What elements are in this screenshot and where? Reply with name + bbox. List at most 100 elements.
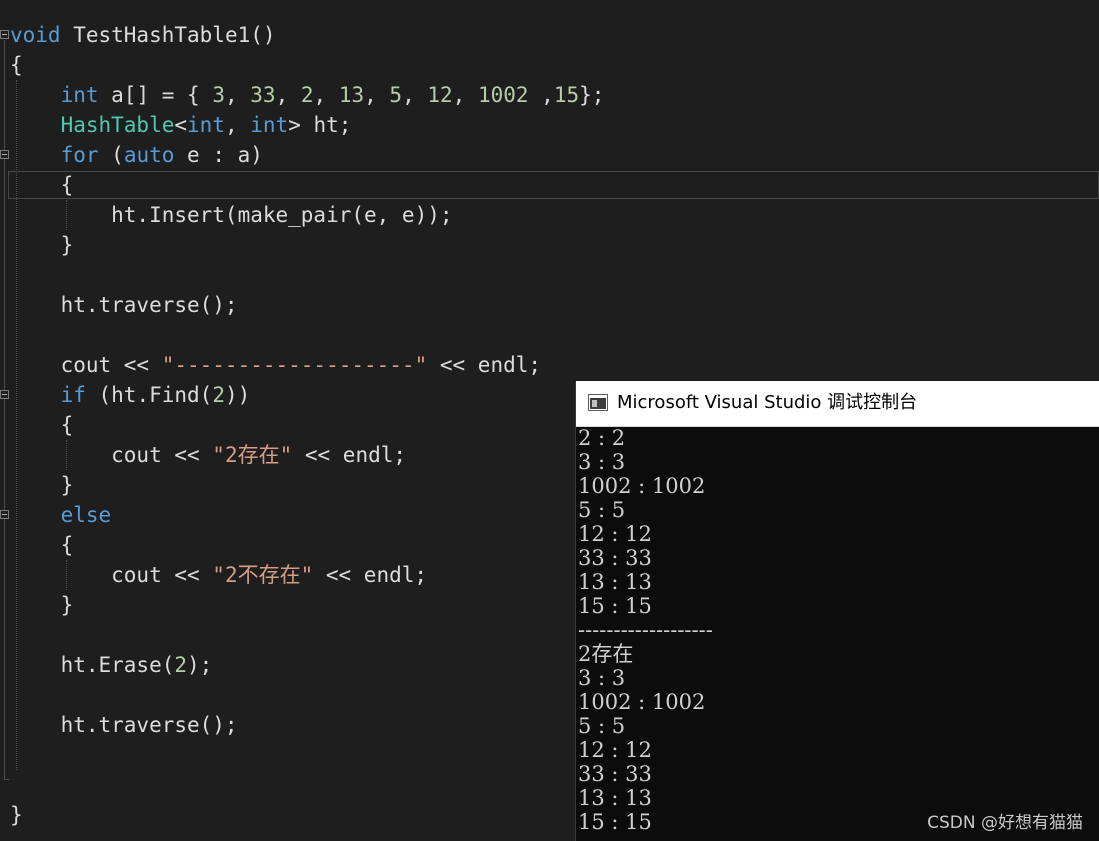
code-token: 13 <box>338 83 365 107</box>
code-token: int <box>250 113 289 137</box>
console-line: 12 : 12 <box>578 738 652 762</box>
code-token: > ht; <box>288 113 352 137</box>
console-line: 12 : 12 <box>578 522 652 546</box>
code-line[interactable]: } <box>10 230 74 260</box>
code-token: "2不存在" <box>212 563 314 587</box>
code-token: { <box>10 413 74 437</box>
code-line[interactable]: { <box>10 530 74 560</box>
console-line: 2 : 2 <box>578 426 626 450</box>
code-token: "-------------------" <box>161 353 428 377</box>
code-token: << endl; <box>427 353 542 377</box>
console-line: ------------------- <box>578 618 713 642</box>
code-token: 2 <box>212 383 225 407</box>
code-line[interactable]: ht.traverse(); <box>10 710 238 740</box>
code-token: } <box>10 803 23 827</box>
code-line[interactable]: if (ht.Find(2)) <box>10 380 251 410</box>
code-token: e : a) <box>174 143 263 167</box>
code-token: auto <box>123 143 175 167</box>
code-token: ( <box>98 143 124 167</box>
code-line[interactable]: cout << "2存在" << endl; <box>10 440 406 470</box>
code-token: 1002 <box>477 83 529 107</box>
code-line[interactable]: } <box>10 590 74 620</box>
code-token: { <box>10 533 74 557</box>
code-token: "2存在" <box>212 443 293 467</box>
code-token: if <box>60 383 86 407</box>
code-line[interactable]: else <box>10 500 112 530</box>
collapse-icon[interactable] <box>0 390 9 399</box>
code-line[interactable]: for (auto e : a) <box>10 140 263 170</box>
code-line[interactable]: int a[] = { 3, 33, 2, 13, 5, 12, 1002 ,1… <box>10 80 605 110</box>
code-token: ht.Erase( <box>10 653 175 677</box>
debug-console-window[interactable]: Microsoft Visual Studio 调试控制台 2 : 23 : 3… <box>575 381 1099 841</box>
code-token: (ht.Find( <box>85 383 213 407</box>
code-token: 15 <box>553 83 580 107</box>
code-token: } <box>10 233 74 257</box>
console-line: 2存在 <box>578 642 634 666</box>
code-token: 2 <box>300 83 314 107</box>
code-token: 33 <box>250 83 276 107</box>
console-app-icon <box>588 394 608 411</box>
code-line[interactable]: ht.traverse(); <box>10 290 238 320</box>
code-token: << endl; <box>292 443 407 467</box>
code-token: ); <box>187 653 213 677</box>
collapse-icon[interactable] <box>0 510 9 519</box>
code-token: a[] = { <box>98 83 213 107</box>
code-line[interactable]: cout << "2不存在" << endl; <box>10 560 427 590</box>
code-line[interactable]: } <box>10 470 74 500</box>
collapse-icon[interactable] <box>0 150 9 159</box>
code-token: , <box>313 83 339 107</box>
code-line[interactable]: HashTable<int, int> ht; <box>10 110 352 140</box>
code-line[interactable]: ht.Insert(make_pair(e, e)); <box>10 200 453 230</box>
fold-end-marker <box>4 779 9 780</box>
code-line[interactable]: { <box>10 410 74 440</box>
code-token: , <box>224 83 251 107</box>
code-line[interactable]: ht.Erase(2); <box>10 650 213 680</box>
code-token: 2 <box>174 653 188 677</box>
console-line: 1002 : 1002 <box>578 690 706 714</box>
console-line: 3 : 3 <box>578 450 626 474</box>
console-line: 33 : 33 <box>578 762 652 786</box>
code-token: else <box>60 503 112 527</box>
code-token: { <box>10 173 74 197</box>
code-token: , <box>528 83 554 107</box>
code-line[interactable]: void TestHashTable1() <box>10 20 276 50</box>
console-line: 5 : 5 <box>578 498 626 522</box>
console-line: 33 : 33 <box>578 546 652 570</box>
console-line: 5 : 5 <box>578 714 626 738</box>
code-token: 3 <box>212 83 225 107</box>
watermark: CSDN @好想有猫猫 <box>927 813 1083 833</box>
code-token: } <box>10 593 74 617</box>
code-line[interactable]: cout << "-------------------" << endl; <box>10 350 541 380</box>
collapse-icon[interactable] <box>0 30 9 39</box>
code-token: ht.Insert(make_pair(e, e)); <box>10 203 453 227</box>
code-token: { <box>10 53 23 77</box>
code-line[interactable]: { <box>10 170 74 200</box>
console-line: 13 : 13 <box>578 786 652 810</box>
code-token: ht.traverse(); <box>10 713 238 737</box>
console-title: Microsoft Visual Studio 调试控制台 <box>617 392 918 413</box>
code-token: TestHashTable1() <box>60 23 276 47</box>
code-line[interactable]: } <box>10 800 23 830</box>
code-line[interactable]: { <box>10 50 23 80</box>
console-output: 2 : 23 : 3 1002 : 1002 5 : 5 12 : 12 33 : 33… <box>578 426 1098 834</box>
code-token: , <box>364 83 390 107</box>
code-token: , <box>402 83 428 107</box>
code-token: < <box>174 113 188 137</box>
console-titlebar[interactable]: Microsoft Visual Studio 调试控制台 <box>576 381 1099 427</box>
current-line-highlight <box>8 171 1099 199</box>
code-token: int <box>60 83 99 107</box>
console-line: 13 : 13 <box>578 570 652 594</box>
code-token: cout << <box>10 353 162 377</box>
code-token: << endl; <box>313 563 428 587</box>
code-token: cout << <box>10 563 213 587</box>
code-token: cout << <box>10 443 213 467</box>
code-token: )) <box>224 383 251 407</box>
code-token: void <box>10 23 61 47</box>
code-token: int <box>187 113 225 137</box>
code-token: HashTable <box>60 113 175 137</box>
code-token: for <box>60 143 99 167</box>
